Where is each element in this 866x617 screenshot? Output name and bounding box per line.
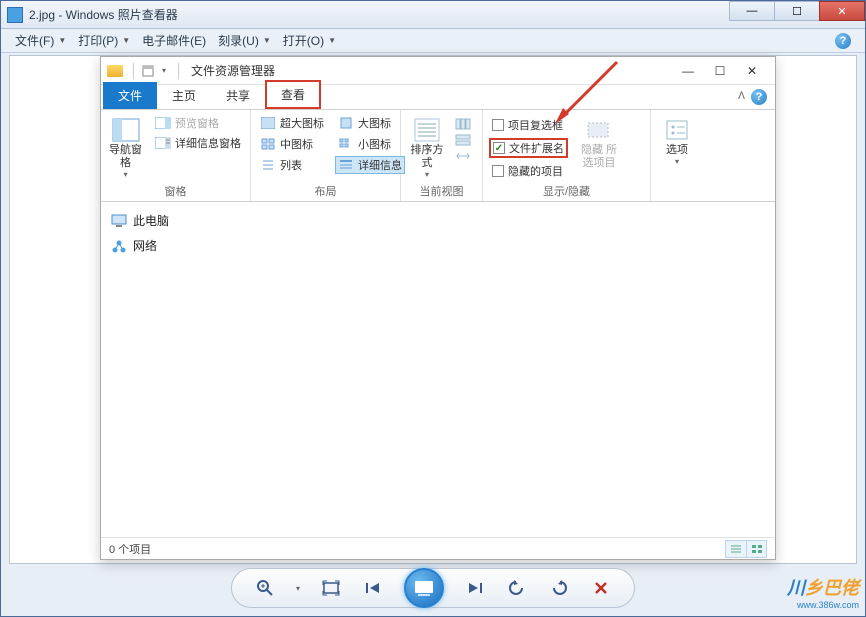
menu-burn[interactable]: 刻录(U)▼ bbox=[218, 32, 271, 49]
layout-details[interactable]: 详细信息 bbox=[335, 156, 405, 174]
explorer-window-controls: — ☐ ✕ bbox=[681, 64, 769, 78]
status-bar: 0 个项目 bbox=[101, 537, 775, 559]
size-columns-icon[interactable] bbox=[455, 150, 471, 162]
layout-small[interactable]: 小图标 bbox=[335, 135, 405, 153]
slideshow-button[interactable] bbox=[404, 568, 444, 608]
tree-network[interactable]: 网络 bbox=[105, 233, 237, 258]
photo-viewer-toolbar: ▾ bbox=[231, 568, 635, 608]
layout-large[interactable]: 大图标 bbox=[335, 114, 405, 132]
window-title: 2.jpg - Windows 照片查看器 bbox=[29, 6, 178, 23]
menu-open[interactable]: 打开(O)▼ bbox=[283, 32, 336, 49]
checkbox-icon bbox=[492, 165, 504, 177]
view-toggle bbox=[725, 540, 767, 558]
checkbox-checked-icon bbox=[493, 142, 505, 154]
details-pane-button[interactable]: 详细信息窗格 bbox=[152, 134, 244, 152]
layout-list[interactable]: 列表 bbox=[257, 156, 327, 174]
nav-tree: 此电脑 网络 bbox=[101, 202, 241, 537]
list-icon bbox=[260, 158, 276, 172]
menu-file[interactable]: 文件(F)▼ bbox=[15, 32, 66, 49]
photo-viewer-window: 2.jpg - Windows 照片查看器 — ☐ ✕ 文件(F)▼ 打印(P)… bbox=[0, 0, 866, 617]
group-current-view: 排序方式 ▾ 当前视图 bbox=[401, 110, 483, 201]
qat-dropdown-icon[interactable]: ▾ bbox=[156, 63, 172, 79]
view-details-button[interactable] bbox=[726, 541, 746, 557]
qat-separator bbox=[178, 63, 179, 79]
explorer-window: ▾ 文件资源管理器 — ☐ ✕ 文件 主页 共享 查看 ᐱ ? bbox=[100, 56, 776, 560]
watermark: 川乡巴佬 www.386w.com bbox=[787, 574, 859, 610]
ribbon-collapse-icon[interactable]: ᐱ bbox=[738, 91, 745, 102]
explorer-close-button[interactable]: ✕ bbox=[745, 64, 759, 78]
tab-home[interactable]: 主页 bbox=[157, 82, 211, 109]
tab-view[interactable]: 查看 bbox=[265, 80, 321, 109]
delete-button[interactable] bbox=[590, 577, 612, 599]
group-show-hide: 项目复选框 文件扩展名 隐藏的项目 bbox=[483, 110, 651, 201]
group-label-layout: 布局 bbox=[257, 181, 394, 201]
hide-selected-button[interactable]: 隐藏 所选项目 bbox=[576, 114, 622, 181]
group-label-currentview: 当前视图 bbox=[407, 181, 476, 201]
qat-separator bbox=[133, 63, 134, 79]
minimize-button[interactable]: — bbox=[729, 1, 775, 21]
maximize-button[interactable]: ☐ bbox=[774, 1, 820, 21]
options-button[interactable]: 选项 ▾ bbox=[657, 114, 697, 201]
close-button[interactable]: ✕ bbox=[819, 1, 865, 21]
group-layout: 超大图标 中图标 列表 大图标 小图标 详细信息 布局 bbox=[251, 110, 401, 201]
medium-icon bbox=[260, 137, 276, 151]
small-icon bbox=[338, 137, 354, 151]
titlebar: 2.jpg - Windows 照片查看器 — ☐ ✕ bbox=[1, 1, 865, 29]
zoom-button[interactable] bbox=[254, 577, 276, 599]
details-icon bbox=[338, 158, 354, 172]
rotate-ccw-button[interactable] bbox=[506, 577, 528, 599]
sort-icon bbox=[412, 116, 442, 144]
nav-pane-icon bbox=[111, 116, 141, 144]
preview-pane-icon bbox=[155, 116, 171, 130]
group-label-showhide: 显示/隐藏 bbox=[489, 181, 644, 201]
window-controls: — ☐ ✕ bbox=[730, 1, 865, 21]
content-area: ▾ 文件资源管理器 — ☐ ✕ 文件 主页 共享 查看 ᐱ ? bbox=[9, 55, 857, 564]
tab-file[interactable]: 文件 bbox=[103, 82, 157, 109]
ribbon-tabs: 文件 主页 共享 查看 ᐱ ? bbox=[101, 85, 775, 110]
next-button[interactable] bbox=[464, 577, 486, 599]
item-checkboxes-toggle[interactable]: 项目复选框 bbox=[489, 116, 568, 134]
prev-button[interactable] bbox=[362, 577, 384, 599]
nav-pane-button[interactable]: 导航窗格 ▾ bbox=[107, 114, 144, 181]
details-pane-icon bbox=[155, 136, 171, 150]
ribbon: 导航窗格 ▾ 预览窗格 详细信息窗格 bbox=[101, 110, 775, 202]
explorer-maximize-button[interactable]: ☐ bbox=[713, 64, 727, 78]
preview-pane-button[interactable]: 预览窗格 bbox=[152, 114, 244, 132]
app-icon bbox=[7, 7, 23, 23]
folder-icon bbox=[107, 65, 123, 77]
tab-share[interactable]: 共享 bbox=[211, 82, 265, 109]
sort-button[interactable]: 排序方式 ▾ bbox=[407, 114, 447, 181]
hide-icon bbox=[584, 116, 614, 144]
fit-button[interactable] bbox=[320, 577, 342, 599]
pc-icon bbox=[111, 214, 127, 228]
network-icon bbox=[111, 239, 127, 253]
large-icon bbox=[338, 116, 354, 130]
add-columns-icon[interactable] bbox=[455, 118, 471, 130]
tree-this-pc[interactable]: 此电脑 bbox=[105, 208, 237, 233]
group-by-icon[interactable] bbox=[455, 134, 471, 146]
group-label-panes: 窗格 bbox=[107, 181, 244, 201]
menu-print[interactable]: 打印(P)▼ bbox=[78, 32, 130, 49]
hidden-items-toggle[interactable]: 隐藏的项目 bbox=[489, 162, 568, 180]
menubar: 文件(F)▼ 打印(P)▼ 电子邮件(E) 刻录(U)▼ 打开(O)▼ ? bbox=[1, 29, 865, 53]
rotate-cw-button[interactable] bbox=[548, 577, 570, 599]
layout-medium[interactable]: 中图标 bbox=[257, 135, 327, 153]
checkbox-icon bbox=[492, 119, 504, 131]
help-icon[interactable]: ? bbox=[835, 33, 851, 49]
status-text: 0 个项目 bbox=[109, 541, 151, 557]
explorer-minimize-button[interactable]: — bbox=[681, 64, 695, 78]
explorer-titlebar: ▾ 文件资源管理器 — ☐ ✕ bbox=[101, 57, 775, 85]
menu-email[interactable]: 电子邮件(E) bbox=[142, 32, 206, 49]
file-ext-toggle[interactable]: 文件扩展名 bbox=[489, 138, 568, 158]
layout-xlarge[interactable]: 超大图标 bbox=[257, 114, 327, 132]
options-icon bbox=[662, 116, 692, 144]
group-options: 选项 ▾ bbox=[651, 110, 703, 201]
explorer-help-icon[interactable]: ? bbox=[751, 89, 767, 105]
qat-properties-icon[interactable] bbox=[140, 63, 156, 79]
group-panes: 导航窗格 ▾ 预览窗格 详细信息窗格 bbox=[101, 110, 251, 201]
xlarge-icon bbox=[260, 116, 276, 130]
explorer-title: 文件资源管理器 bbox=[191, 62, 275, 79]
explorer-body: 此电脑 网络 bbox=[101, 202, 775, 537]
view-thumbs-button[interactable] bbox=[746, 541, 766, 557]
